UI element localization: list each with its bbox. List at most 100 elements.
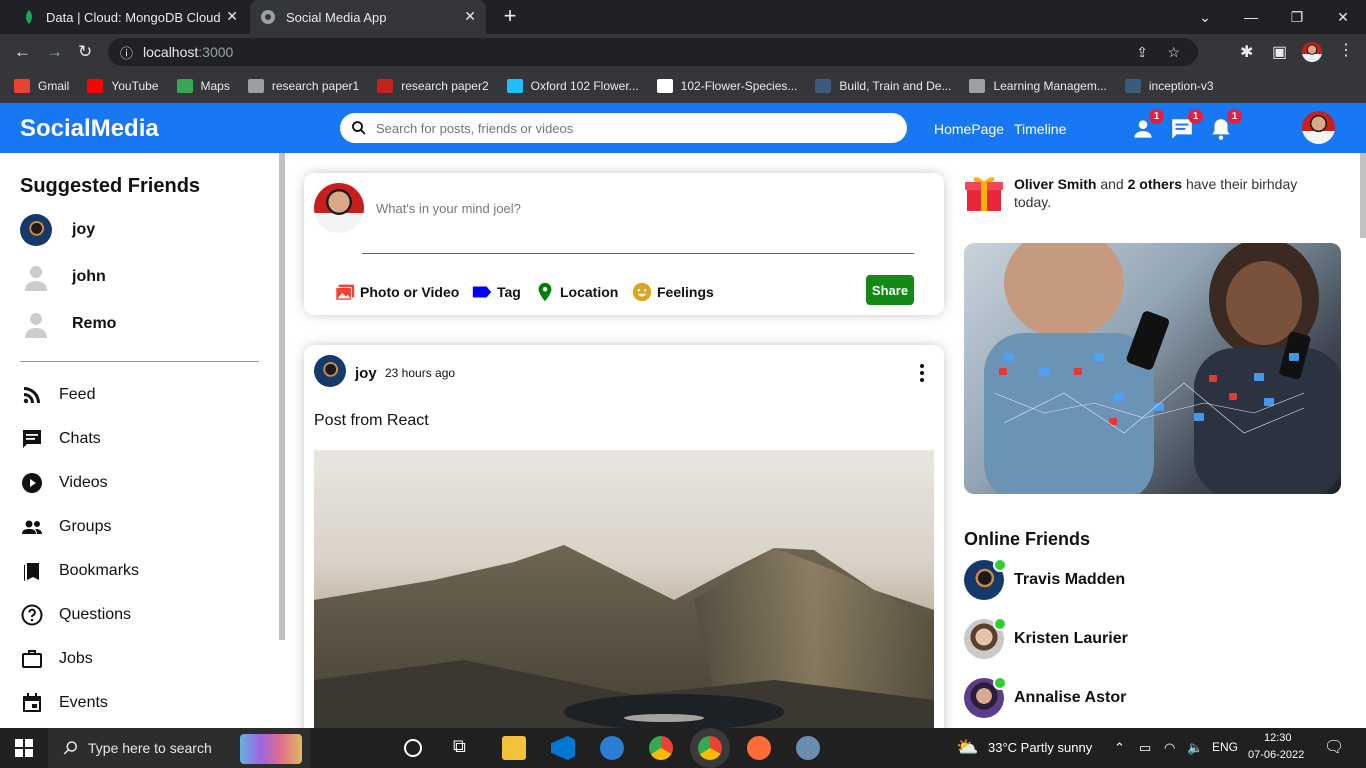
bookmark-item[interactable]: Gmail (14, 79, 69, 93)
suggested-friend[interactable]: joy (20, 214, 95, 246)
suggested-friend[interactable]: Remo (20, 308, 116, 340)
clock-time[interactable]: 12:30 (1264, 732, 1292, 744)
sidebar-item-feed[interactable]: Feed (20, 383, 95, 407)
app-logo[interactable]: SocialMedia (20, 115, 159, 143)
extensions-icon[interactable]: ✱ (1240, 42, 1253, 62)
bookmark-item[interactable]: Learning Managem... (969, 79, 1107, 93)
mongodb-leaf-icon (26, 10, 32, 24)
share-button[interactable]: Share (866, 275, 914, 305)
weather-text[interactable]: 33°C Partly sunny (988, 740, 1092, 755)
chrome-active-icon[interactable] (698, 736, 722, 760)
close-icon[interactable]: ✕ (464, 8, 476, 25)
birthday-others[interactable]: 2 others (1128, 176, 1182, 192)
cortana-icon[interactable] (404, 739, 422, 757)
share-option-feelings[interactable]: Feelings (631, 281, 714, 303)
bookmark-item[interactable]: Oxford 102 Flower... (506, 79, 639, 93)
bookmark-item[interactable]: inception-v3 (1124, 79, 1214, 93)
bookmark-item[interactable]: 102-Flower-Species... (656, 79, 797, 93)
minimize-icon[interactable]: — (1228, 0, 1274, 34)
maps-icon (176, 79, 193, 93)
bookmark-item[interactable]: research paper2 (377, 79, 489, 93)
nav-timeline-link[interactable]: Timeline (1014, 121, 1066, 137)
sidebar-item-videos[interactable]: Videos (20, 471, 108, 495)
online-friend[interactable]: Annalise Astor (964, 676, 1126, 718)
vscode-icon[interactable] (551, 736, 575, 760)
share-option-tag[interactable]: Tag (471, 281, 521, 303)
notifications-button[interactable]: 1 (1208, 109, 1242, 143)
sidebar-item-groups[interactable]: Groups (20, 515, 111, 539)
sidebar-item-label: Jobs (59, 650, 93, 667)
search-icon (63, 741, 77, 755)
share-input[interactable]: What's in your mind joel? (376, 201, 521, 216)
friend-name: Remo (72, 315, 117, 332)
post-username[interactable]: joy (355, 365, 377, 382)
browser-tab-strip: Data | Cloud: MongoDB Cloud ✕ Social Med… (0, 0, 1366, 34)
gift-icon (965, 177, 1003, 211)
browser-tab-social-media-app[interactable]: Social Media App ✕ (250, 0, 486, 34)
suggested-friend[interactable]: john (20, 261, 106, 293)
friend-name: joy (72, 221, 96, 238)
url-port: :3000 (198, 44, 234, 60)
task-view-icon[interactable]: ⧉ (453, 736, 477, 760)
battery-icon[interactable]: ▭ (1139, 740, 1151, 756)
language-indicator[interactable]: ENG (1212, 740, 1238, 754)
weather-icon[interactable]: ⛅ (956, 737, 978, 758)
nav-homepage-link[interactable]: HomePage (934, 121, 1004, 137)
clock-date[interactable]: 07-06-2022 (1248, 749, 1304, 761)
search-highlight-icon (240, 734, 302, 764)
messages-button[interactable]: 1 (1169, 109, 1203, 143)
chrome-icon[interactable] (649, 736, 673, 760)
sidebar-item-chats[interactable]: Chats (20, 427, 101, 451)
more-vert-icon[interactable] (910, 361, 934, 385)
star-icon[interactable]: ☆ (1167, 44, 1180, 61)
url-field[interactable]: ⓘ localhost:3000 ⇪ ☆ (108, 38, 1198, 66)
friend-requests-button[interactable]: 1 (1130, 109, 1164, 143)
share-icon[interactable]: ⇪ (1136, 44, 1148, 61)
reload-icon[interactable]: ↻ (78, 42, 92, 62)
menu-dots-icon[interactable]: ⋮ (1338, 40, 1354, 60)
info-icon[interactable]: ⓘ (120, 43, 133, 62)
file-explorer-icon[interactable] (502, 736, 526, 760)
bookmark-item[interactable]: Maps (176, 79, 230, 93)
ad-image[interactable] (964, 243, 1341, 494)
sidebar-item-bookmarks[interactable]: Bookmarks (20, 559, 139, 583)
sidebar-item-questions[interactable]: Questions (20, 603, 131, 627)
close-icon[interactable]: ✕ (226, 8, 238, 25)
new-tab-icon[interactable]: + (498, 5, 522, 29)
sidebar-item-events[interactable]: Events (20, 691, 108, 715)
paint-icon[interactable] (796, 736, 820, 760)
search-input[interactable] (376, 120, 856, 136)
taskbar-search[interactable]: Type here to search (48, 728, 310, 768)
tray-chevron-icon[interactable]: ⌃ (1114, 740, 1125, 756)
page-scrollbar[interactable] (1360, 153, 1366, 238)
windows-start-icon[interactable] (15, 739, 33, 757)
forward-arrow-icon[interactable]: → (46, 42, 63, 62)
volume-icon[interactable]: 🔈 (1187, 740, 1203, 756)
browser-tab-mongodb[interactable]: Data | Cloud: MongoDB Cloud ✕ (8, 0, 248, 34)
notification-center-icon[interactable]: 🗨 (1324, 737, 1344, 757)
left-sidebar: Suggested Friends joy john Remo Feed Cha… (0, 153, 285, 728)
profile-avatar[interactable] (1302, 42, 1322, 62)
share-option-photo[interactable]: Photo or Video (334, 281, 459, 303)
friend-name: john (72, 268, 106, 285)
word-app-icon[interactable] (600, 736, 624, 760)
network-icon[interactable]: ◠ (1164, 740, 1175, 756)
back-arrow-icon[interactable]: ← (14, 42, 31, 62)
birthday-name[interactable]: Oliver Smith (1014, 176, 1096, 192)
share-option-location[interactable]: Location (534, 281, 618, 303)
avatar[interactable] (314, 355, 346, 387)
chevron-down-icon[interactable]: ⌄ (1182, 0, 1228, 34)
restore-icon[interactable]: ❐ (1274, 0, 1320, 34)
bookmark-item[interactable]: YouTube (87, 79, 159, 93)
window-close-icon[interactable]: ✕ (1320, 0, 1366, 34)
search-bar[interactable] (340, 113, 907, 143)
bookmark-item[interactable]: Build, Train and De... (815, 79, 951, 93)
side-panel-icon[interactable]: ▣ (1272, 42, 1287, 62)
online-friends-title: Online Friends (964, 529, 1091, 549)
online-friend[interactable]: Kristen Laurier (964, 617, 1128, 659)
bookmark-item[interactable]: research paper1 (247, 79, 359, 93)
online-friend[interactable]: Travis Madden (964, 558, 1125, 600)
sidebar-item-jobs[interactable]: Jobs (20, 647, 93, 671)
user-avatar[interactable] (1302, 111, 1335, 144)
postman-icon[interactable] (747, 736, 771, 760)
